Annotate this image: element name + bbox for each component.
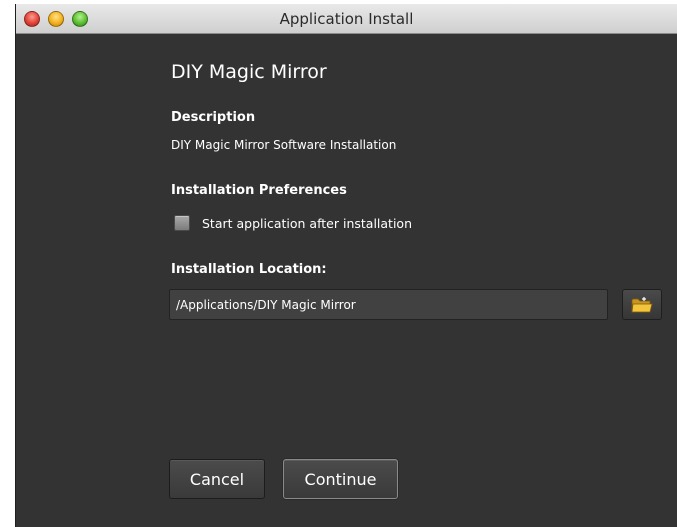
folder-icon: [631, 296, 653, 312]
window-title: Application Install: [279, 10, 414, 28]
cancel-button[interactable]: Cancel: [169, 459, 265, 499]
start-after-install-option[interactable]: Start application after installation: [174, 215, 412, 231]
start-after-install-checkbox[interactable]: [174, 215, 190, 231]
installation-location-input[interactable]: [169, 289, 608, 320]
installer-content: DIY Magic Mirror Description DIY Magic M…: [16, 34, 677, 527]
installation-preferences-label: Installation Preferences: [171, 183, 347, 198]
start-after-install-label[interactable]: Start application after installation: [202, 216, 412, 231]
app-name-heading: DIY Magic Mirror: [171, 61, 327, 83]
browse-folder-button[interactable]: [622, 289, 662, 320]
title-bar[interactable]: Application Install: [16, 4, 677, 34]
installer-window: Application Install DIY Magic Mirror Des…: [15, 4, 677, 527]
installation-location-label: Installation Location:: [171, 262, 327, 277]
continue-button[interactable]: Continue: [283, 459, 398, 499]
description-label: Description: [171, 110, 256, 125]
description-text: DIY Magic Mirror Software Installation: [171, 138, 397, 152]
